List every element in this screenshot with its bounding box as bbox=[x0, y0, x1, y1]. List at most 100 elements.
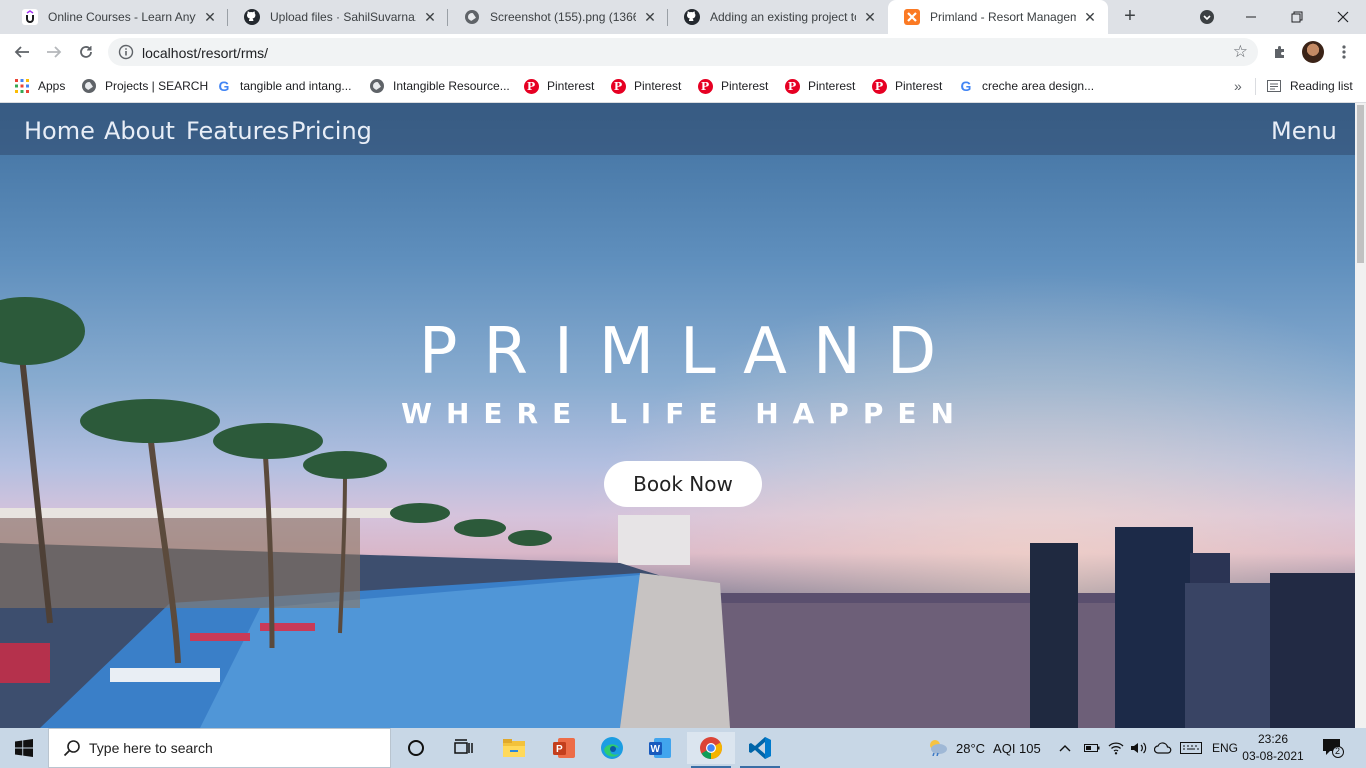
scrollbar-thumb[interactable] bbox=[1357, 105, 1364, 263]
more-menu-icon[interactable] bbox=[1330, 38, 1358, 66]
edge-browser-icon[interactable] bbox=[588, 732, 636, 764]
pinterest-icon: P bbox=[871, 78, 887, 94]
globe-icon bbox=[81, 78, 97, 94]
divider bbox=[1255, 78, 1256, 95]
taskbar-search-box[interactable]: Type here to search bbox=[48, 728, 391, 768]
nav-features-link[interactable]: Features bbox=[186, 117, 289, 145]
notification-center-icon[interactable]: 2 bbox=[1322, 738, 1344, 758]
udemy-icon bbox=[22, 9, 38, 25]
minimize-icon[interactable] bbox=[1228, 0, 1274, 34]
close-tab-icon[interactable]: ✕ bbox=[642, 9, 658, 25]
file-explorer-icon[interactable] bbox=[490, 732, 538, 764]
globe-icon bbox=[369, 78, 385, 94]
windows-start-icon[interactable] bbox=[0, 728, 48, 768]
browser-tab-github-adding[interactable]: Adding an existing project to ✕ bbox=[668, 0, 888, 34]
nav-about-link[interactable]: About bbox=[104, 117, 175, 145]
close-tab-icon[interactable]: ✕ bbox=[1082, 9, 1098, 25]
bookmark-label: Pinterest bbox=[808, 79, 856, 93]
address-bar[interactable]: localhost/resort/rms/ ☆ bbox=[108, 38, 1258, 66]
weather-cloud-icon bbox=[926, 738, 948, 759]
tab-strip: Online Courses - Learn Anyth ✕ Upload fi… bbox=[0, 0, 1366, 34]
browser-tab-primland[interactable]: Primland - Resort Manageme ✕ bbox=[888, 0, 1108, 34]
browser-tab-github-upload[interactable]: Upload files · SahilSuvarna10 ✕ bbox=[228, 0, 448, 34]
reload-icon[interactable] bbox=[72, 38, 100, 66]
language-indicator[interactable]: ENG bbox=[1212, 728, 1238, 768]
bookmark-label: Projects | SEARCH bbox=[105, 79, 209, 93]
cortana-icon[interactable] bbox=[392, 732, 440, 764]
github-icon bbox=[684, 9, 700, 25]
bookmarks-bar: Apps Projects | SEARCH G tangible and in… bbox=[0, 70, 1366, 103]
keyboard-icon[interactable] bbox=[1180, 728, 1202, 768]
weather-aqi: AQI 105 bbox=[993, 740, 1041, 756]
google-icon: G bbox=[218, 78, 230, 94]
hero-brand-title: PRIMLAND bbox=[418, 315, 963, 389]
browser-tab-udemy[interactable]: Online Courses - Learn Anyth ✕ bbox=[6, 0, 228, 34]
onedrive-cloud-icon[interactable] bbox=[1154, 728, 1172, 768]
pinterest-icon: P bbox=[610, 78, 626, 94]
bookmark-apps[interactable]: Apps bbox=[14, 77, 65, 95]
site-info-icon[interactable] bbox=[118, 44, 134, 60]
bookmark-star-icon[interactable]: ☆ bbox=[1233, 42, 1248, 62]
chrome-icon[interactable] bbox=[687, 732, 735, 768]
bookmark-label: Apps bbox=[38, 79, 66, 93]
restore-icon[interactable] bbox=[1274, 0, 1320, 34]
vscode-icon[interactable] bbox=[736, 732, 784, 768]
bookmark-label: creche area design... bbox=[982, 79, 1095, 93]
globe-icon bbox=[464, 9, 480, 25]
bookmark-pinterest-5[interactable]: P Pinterest bbox=[871, 77, 942, 95]
book-now-button[interactable]: Book Now bbox=[604, 461, 762, 507]
word-icon[interactable]: W bbox=[636, 732, 684, 764]
wifi-icon[interactable] bbox=[1108, 728, 1124, 768]
bookmark-pinterest-2[interactable]: P Pinterest bbox=[610, 77, 681, 95]
task-view-icon[interactable] bbox=[440, 732, 488, 764]
new-tab-button[interactable]: + bbox=[1118, 5, 1142, 29]
nav-pricing-link[interactable]: Pricing bbox=[291, 117, 372, 145]
svg-text:P: P bbox=[556, 744, 563, 755]
tab-title: Upload files · SahilSuvarna10 bbox=[270, 10, 416, 24]
close-tab-icon[interactable]: ✕ bbox=[202, 9, 218, 25]
system-clock[interactable]: 23:26 03-08-2021 bbox=[1238, 731, 1308, 765]
hero-tagline: WHERE LIFE HAPPEN bbox=[401, 397, 968, 430]
reading-list-label: Reading list bbox=[1290, 79, 1353, 93]
tab-title: Adding an existing project to bbox=[710, 10, 856, 24]
back-arrow-icon[interactable] bbox=[8, 38, 36, 66]
battery-icon[interactable] bbox=[1084, 728, 1100, 768]
apps-grid-icon bbox=[14, 78, 30, 94]
weather-widget[interactable]: 28°C AQI 105 bbox=[926, 728, 1041, 768]
browser-tab-screenshot[interactable]: Screenshot (155).png (1366× ✕ bbox=[448, 0, 668, 34]
more-bookmarks-button[interactable]: » bbox=[1234, 78, 1242, 94]
profile-avatar[interactable] bbox=[1302, 41, 1324, 63]
nav-home-link[interactable]: Home bbox=[24, 117, 95, 145]
bookmark-pinterest-1[interactable]: P Pinterest bbox=[523, 77, 594, 95]
bookmark-label: Pinterest bbox=[634, 79, 682, 93]
pinterest-icon: P bbox=[697, 78, 713, 94]
close-tab-icon[interactable]: ✕ bbox=[862, 9, 878, 25]
tab-title: Online Courses - Learn Anyth bbox=[48, 10, 196, 24]
bookmark-tangible[interactable]: G tangible and intang... bbox=[216, 77, 352, 95]
forward-arrow-icon[interactable] bbox=[40, 38, 68, 66]
pinterest-icon: P bbox=[784, 78, 800, 94]
tab-title: Screenshot (155).png (1366× bbox=[490, 10, 636, 24]
volume-icon[interactable] bbox=[1130, 728, 1148, 768]
nav-menu-button[interactable]: Menu bbox=[1271, 117, 1337, 145]
bookmark-intangible[interactable]: Intangible Resource... bbox=[369, 77, 510, 95]
extensions-puzzle-icon[interactable] bbox=[1266, 38, 1294, 66]
search-placeholder: Type here to search bbox=[89, 740, 213, 756]
google-icon: G bbox=[960, 78, 972, 94]
reading-list-button[interactable]: Reading list bbox=[1266, 77, 1353, 95]
search-icon bbox=[63, 739, 81, 757]
clock-time: 23:26 bbox=[1257, 732, 1289, 746]
page-viewport: Home About Features Pricing Menu PRIMLAN… bbox=[0, 103, 1366, 728]
reading-list-icon bbox=[1266, 78, 1282, 94]
bookmark-pinterest-4[interactable]: P Pinterest bbox=[784, 77, 855, 95]
close-window-icon[interactable] bbox=[1320, 0, 1366, 34]
bookmark-creche[interactable]: G creche area design... bbox=[958, 77, 1095, 95]
powerpoint-icon[interactable]: P bbox=[540, 732, 588, 764]
bookmark-pinterest-3[interactable]: P Pinterest bbox=[697, 77, 768, 95]
bookmark-projects-search[interactable]: Projects | SEARCH bbox=[81, 77, 208, 95]
clock-date: 03-08-2021 bbox=[1242, 749, 1304, 763]
chevron-up-icon[interactable] bbox=[1058, 728, 1072, 768]
site-navbar: Home About Features Pricing Menu bbox=[0, 103, 1355, 155]
close-tab-icon[interactable]: ✕ bbox=[422, 9, 438, 25]
tab-search-button[interactable] bbox=[1184, 0, 1230, 34]
